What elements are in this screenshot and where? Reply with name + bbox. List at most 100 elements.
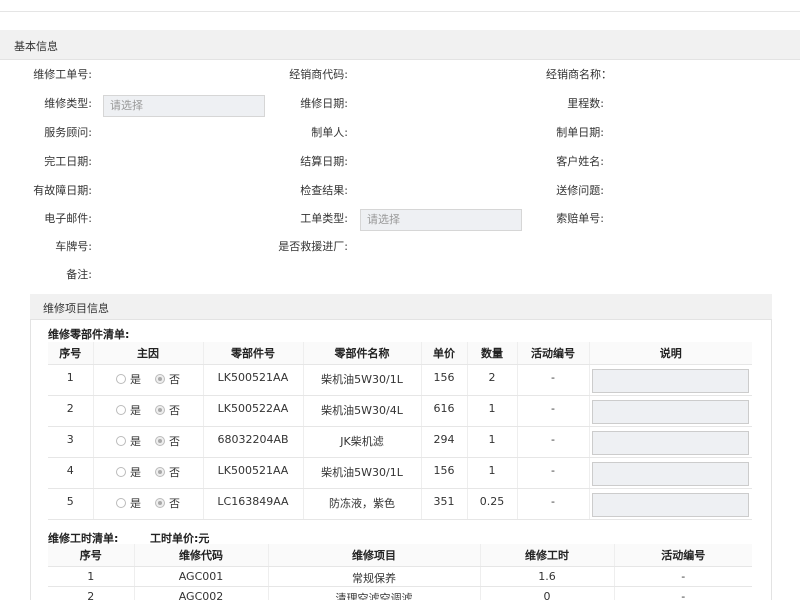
description-input[interactable] [592, 430, 750, 455]
description-input[interactable] [592, 368, 750, 393]
radio-no[interactable] [155, 373, 165, 384]
row-no: 5 [48, 488, 94, 520]
row-no: 1 [48, 364, 94, 396]
part-no: LK500522AA [203, 395, 304, 427]
col-header: 维修工时 [480, 544, 615, 567]
repair-code: AGC001 [134, 566, 269, 587]
col-header: 维修代码 [134, 544, 269, 567]
unit-price: 351 [421, 488, 468, 520]
description-cell [589, 364, 752, 396]
part-name: 柴机油5W30/1L [303, 364, 422, 396]
labor-table: 序号 维修代码 维修项目 维修工时 活动编号 1 AGC001 常规保养 1.6-2 A… [48, 544, 752, 600]
service-advisor-label: 服务顾问: [44, 126, 92, 139]
activity-no: - [517, 426, 590, 458]
col-header: 主因 [93, 342, 204, 365]
quantity: 1 [467, 395, 518, 427]
col-header: 数量 [467, 342, 518, 365]
main-cause-cell: 是否 [93, 488, 204, 520]
radio-yes[interactable] [116, 497, 126, 508]
activity-no: - [517, 395, 590, 427]
dealer-name-label: 经销商名称： [546, 68, 612, 81]
order-type-label: 工单类型: [300, 212, 348, 225]
panel-border [30, 320, 31, 600]
description-cell [589, 426, 752, 458]
row-no: 3 [48, 426, 94, 458]
mileage-label: 里程数: [567, 97, 604, 110]
col-header: 说明 [589, 342, 752, 365]
parts-list-title: 维修零部件清单: [48, 328, 130, 341]
table-row: 3 是否 68032204AB JK柴机滤 294 1- [48, 426, 752, 458]
radio-yes-label: 是 [130, 496, 141, 510]
labor-hours: 1.6 [480, 566, 615, 587]
col-header: 活动编号 [614, 544, 752, 567]
radio-no[interactable] [155, 435, 165, 446]
description-cell [589, 395, 752, 427]
part-no: LK500521AA [203, 457, 304, 489]
radio-yes-label: 是 [130, 465, 141, 479]
customer-name-label: 客户姓名: [556, 155, 604, 168]
repair-issue-label: 送修问题: [556, 184, 604, 197]
part-name: 柴机油5W30/4L [303, 395, 422, 427]
repair-items-header: 维修项目信息 [30, 294, 772, 320]
email-label: 电子邮件: [44, 212, 92, 225]
activity-no: - [614, 566, 752, 587]
description-input[interactable] [592, 492, 750, 517]
rescue-label: 是否救援进厂: [278, 240, 348, 253]
radio-yes[interactable] [116, 466, 126, 477]
radio-yes[interactable] [116, 373, 126, 384]
part-name: 防冻液，紫色 [303, 488, 422, 520]
completion-date-label: 完工日期: [44, 155, 92, 168]
radio-no[interactable] [155, 466, 165, 477]
fault-date-label: 有故障日期: [33, 184, 92, 197]
activity-no: - [517, 364, 590, 396]
part-no: 68032204AB [203, 426, 304, 458]
settlement-date-label: 结算日期: [300, 155, 348, 168]
activity-no: - [517, 488, 590, 520]
part-no: LC163849AA [203, 488, 304, 520]
col-header: 单价 [421, 342, 468, 365]
repair-item: 常规保养 [268, 566, 481, 587]
create-date-label: 制单日期: [556, 126, 604, 139]
table-row: 4 是否 LK500521AA 柴机油5W30/1L 156 1- [48, 457, 752, 489]
col-header: 零部件名称 [303, 342, 422, 365]
col-header: 序号 [48, 342, 94, 365]
claim-no-label: 索赔单号: [556, 212, 604, 225]
quantity: 0.25 [467, 488, 518, 520]
row-no: 1 [48, 566, 135, 587]
table-row: 2 是否 LK500522AA 柴机油5W30/4L 616 1- [48, 395, 752, 427]
creator-label: 制单人: [311, 126, 348, 139]
quantity: 1 [467, 457, 518, 489]
description-input[interactable] [592, 399, 750, 424]
quantity: 1 [467, 426, 518, 458]
main-cause-cell: 是否 [93, 364, 204, 396]
basic-info-header: 基本信息 [0, 30, 800, 60]
col-header: 维修项目 [268, 544, 481, 567]
radio-yes[interactable] [116, 404, 126, 415]
repair-items-title: 维修项目信息 [43, 302, 109, 315]
row-no: 4 [48, 457, 94, 489]
unit-price: 156 [421, 364, 468, 396]
labor-hours: 0 [480, 586, 615, 600]
main-cause-cell: 是否 [93, 395, 204, 427]
main-cause-cell: 是否 [93, 426, 204, 458]
radio-yes-label: 是 [130, 434, 141, 448]
unit-price: 616 [421, 395, 468, 427]
parts-header-row: 序号 主因 零部件号 零部件名称 单价 数量 活动编号 说明 [48, 342, 752, 365]
radio-yes[interactable] [116, 435, 126, 446]
radio-no-label: 否 [169, 465, 180, 479]
radio-no[interactable] [155, 497, 165, 508]
unit-price: 156 [421, 457, 468, 489]
basic-info-title: 基本信息 [14, 40, 58, 53]
panel-border [771, 320, 772, 600]
part-name: JK柴机滤 [303, 426, 422, 458]
repair-date-label: 维修日期: [300, 97, 348, 110]
part-name: 柴机油5W30/1L [303, 457, 422, 489]
plate-no-label: 车牌号: [55, 240, 92, 253]
parts-table: 序号 主因 零部件号 零部件名称 单价 数量 活动编号 说明 1 是否 LK5005… [48, 342, 752, 520]
radio-no[interactable] [155, 404, 165, 415]
radio-no-label: 否 [169, 434, 180, 448]
remark-label: 备注: [66, 268, 92, 281]
description-input[interactable] [592, 461, 750, 486]
col-header: 零部件号 [203, 342, 304, 365]
radio-no-label: 否 [169, 403, 180, 417]
